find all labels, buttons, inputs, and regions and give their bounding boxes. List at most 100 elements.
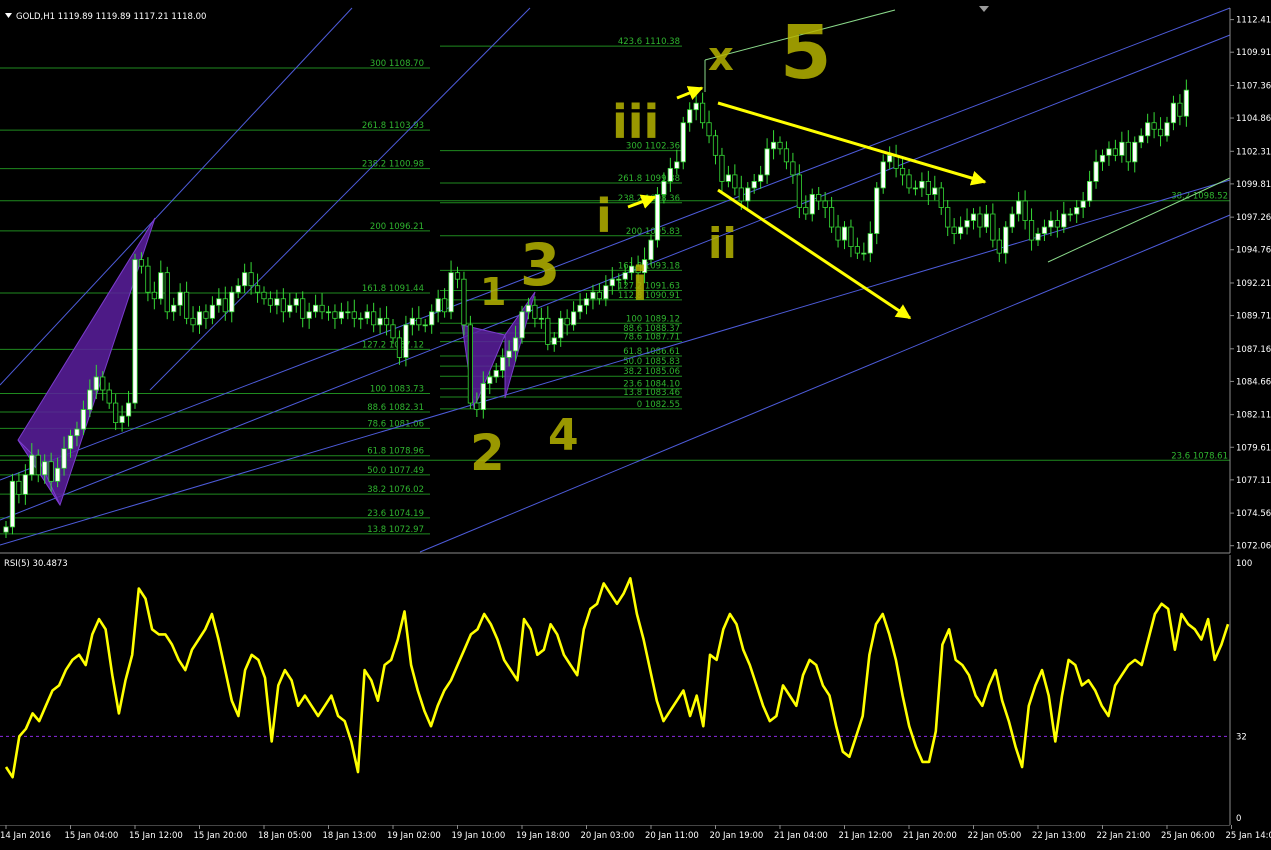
bull-candle bbox=[970, 213, 977, 221]
fibo-level-label: 13.8 1072.97 bbox=[367, 525, 424, 535]
bull-candle bbox=[571, 311, 577, 326]
wave-2-label[interactable]: 2 bbox=[470, 424, 505, 482]
price-tick-label: 1082.11 bbox=[1236, 411, 1271, 421]
price-tick-label: 1079.61 bbox=[1236, 443, 1271, 453]
time-tick-label: 19 Jan 18:00 bbox=[516, 831, 570, 841]
bull-candle bbox=[1061, 213, 1067, 228]
wave-x-label[interactable]: x bbox=[708, 34, 734, 80]
fibo-level-label: 23.6 1074.19 bbox=[367, 509, 424, 519]
bear-candle bbox=[990, 213, 996, 241]
bull-candle bbox=[274, 298, 280, 306]
wave-5-label[interactable]: 5 bbox=[780, 10, 832, 96]
bear-candle bbox=[416, 317, 422, 326]
bull-candle bbox=[216, 298, 222, 306]
fibo-level-label: 61.8 1078.96 bbox=[367, 447, 424, 457]
bull-candle bbox=[912, 187, 919, 190]
bull-candle bbox=[358, 317, 364, 320]
bear-candle bbox=[254, 285, 261, 293]
bull-candle bbox=[809, 194, 815, 215]
fibo-level-label: 13.8 1083.46 bbox=[623, 388, 680, 398]
bull-candle bbox=[196, 311, 203, 326]
price-tick-label: 1094.76 bbox=[1236, 246, 1271, 256]
fibo-level-label: 161.8 1093.18 bbox=[618, 261, 680, 271]
bull-candle bbox=[345, 311, 351, 314]
bear-candle bbox=[106, 389, 112, 404]
bull-candle bbox=[1093, 161, 1099, 182]
wave-i-label[interactable]: i bbox=[596, 189, 612, 243]
bear-candle bbox=[848, 226, 854, 248]
wave-1-label[interactable]: 1 bbox=[480, 270, 506, 314]
bull-candle bbox=[409, 317, 415, 326]
time-tick-label: 21 Jan 12:00 bbox=[839, 831, 893, 841]
rsi-title: RSI(5) 30.4873 bbox=[4, 559, 68, 569]
bull-candle bbox=[306, 311, 312, 319]
wave-i-lower-label[interactable]: i bbox=[632, 257, 648, 311]
bull-candle bbox=[880, 161, 886, 189]
time-tick-label: 15 Jan 20:00 bbox=[194, 831, 248, 841]
bear-candle bbox=[803, 207, 809, 215]
fibo-level-label: 50.0 1077.49 bbox=[367, 466, 424, 476]
bear-candle bbox=[564, 317, 570, 326]
bear-candle bbox=[145, 265, 151, 293]
bull-candle bbox=[758, 174, 764, 182]
price-tick-label: 1109.91 bbox=[1236, 48, 1271, 58]
bear-candle bbox=[1151, 122, 1157, 130]
bear-candle bbox=[545, 317, 551, 345]
wave-4-label[interactable]: 4 bbox=[548, 410, 579, 461]
rsi-indicator-window[interactable]: RSI(5) 30.4873 100 32 0 bbox=[0, 555, 1271, 825]
bull-candle bbox=[687, 109, 693, 124]
bull-candle bbox=[1009, 213, 1015, 228]
bull-candle bbox=[493, 370, 499, 378]
bear-candle bbox=[732, 174, 738, 189]
bear-candle bbox=[454, 272, 461, 280]
price-tick-label: 1089.71 bbox=[1236, 312, 1271, 322]
bull-candle bbox=[519, 311, 525, 339]
time-tick-label: 19 Jan 10:00 bbox=[452, 831, 506, 841]
fibo-level-label: 38.2 1085.06 bbox=[623, 367, 680, 377]
bull-candle bbox=[67, 435, 74, 450]
bear-candle bbox=[396, 337, 403, 358]
bear-candle bbox=[1028, 220, 1035, 241]
rsi-tick-label: 100 bbox=[1236, 559, 1252, 569]
bull-candle bbox=[654, 194, 661, 241]
price-tick-label: 1077.11 bbox=[1236, 476, 1271, 486]
bull-candle bbox=[841, 226, 848, 241]
wave-ii-label[interactable]: ii bbox=[708, 219, 737, 268]
bear-candle bbox=[906, 174, 912, 189]
fibo-level-label: 23.6 1078.61 bbox=[1171, 451, 1228, 461]
bear-candle bbox=[829, 207, 835, 228]
bear-candle bbox=[48, 461, 54, 482]
bear-candle bbox=[1022, 200, 1028, 221]
bull-candle bbox=[1164, 122, 1170, 137]
bear-candle bbox=[113, 402, 119, 424]
bear-candle bbox=[899, 167, 906, 176]
fibo-level-label: 100 1089.12 bbox=[626, 314, 680, 324]
bear-candle bbox=[351, 311, 357, 319]
wave-3-label[interactable]: 3 bbox=[520, 231, 560, 299]
time-axis[interactable]: 14 Jan 2016 15 Jan 04:00 15 Jan 12:00 15 Ja… bbox=[0, 825, 1271, 850]
bear-candle bbox=[138, 259, 145, 267]
bull-candle bbox=[29, 454, 35, 476]
price-chart[interactable]: 300 1108.70261.8 1103.93238.2 1100.98200… bbox=[0, 0, 1271, 555]
bull-candle bbox=[55, 467, 61, 482]
bull-candle bbox=[235, 285, 241, 293]
wave-iii-label[interactable]: iii bbox=[612, 95, 659, 149]
bull-candle bbox=[287, 304, 293, 313]
bull-candle bbox=[1170, 102, 1177, 124]
bear-candle bbox=[267, 298, 274, 306]
price-tick-label: 1092.21 bbox=[1236, 279, 1271, 289]
bear-candle bbox=[16, 480, 22, 495]
bull-candle bbox=[119, 415, 125, 424]
bull-candle bbox=[1048, 220, 1054, 228]
bear-candle bbox=[190, 317, 196, 326]
price-tick-label: 1099.81 bbox=[1236, 180, 1271, 190]
bull-candle bbox=[132, 259, 138, 404]
fibo-level-label: 50.0 1085.83 bbox=[623, 357, 680, 367]
bull-candle bbox=[1145, 122, 1151, 137]
bull-candle bbox=[1074, 207, 1080, 215]
bear-candle bbox=[319, 304, 325, 313]
bull-candle bbox=[745, 187, 751, 202]
bear-candle bbox=[300, 298, 306, 319]
time-tick-label: 22 Jan 05:00 bbox=[968, 831, 1022, 841]
bear-candle bbox=[938, 187, 944, 208]
